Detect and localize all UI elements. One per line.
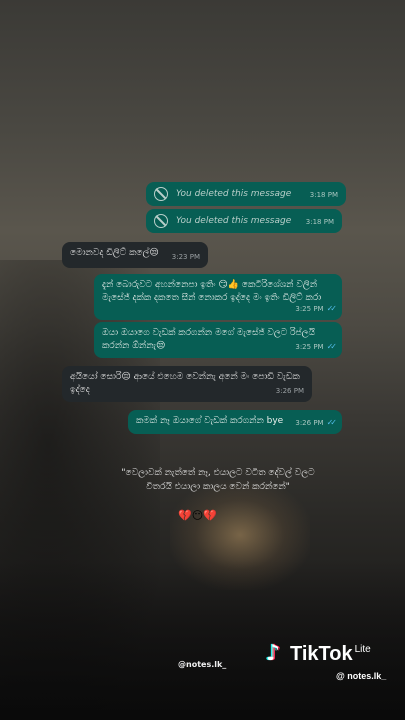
message-outgoing[interactable]: කමක් නෑ ඔයාගේ වැඩක් කරගන්න bye 3:26 PM ✓✓ xyxy=(128,410,342,434)
broken-heart-emojis: 💔😶💔 xyxy=(178,509,217,522)
message-incoming[interactable]: අයියෝ සොරි😔 ආයේ එහෙම වෙන්නැ අනේ මං පොඩි … xyxy=(62,366,312,402)
message-deleted[interactable]: You deleted this message 3:18 PM xyxy=(146,182,346,206)
message-time: 3:18 PM xyxy=(309,191,338,199)
message-meta: 3:25 PM ✓✓ xyxy=(295,302,338,316)
message-outgoing[interactable]: දැන් බොරුවට අහන්නෙපා ඉතිං 😏👍 කෙටිරිශේශන්… xyxy=(94,274,342,320)
read-ticks-icon: ✓✓ xyxy=(326,418,338,427)
message-text: You deleted this message xyxy=(176,188,292,199)
message-time: 3:23 PM xyxy=(171,253,200,261)
message-outgoing[interactable]: ඔයා ඔයාගෙ වැඩක් කරගන්න මගේ මැසේජ් වලට රි… xyxy=(94,322,342,358)
message-time: 3:26 PM xyxy=(275,387,304,395)
message-meta: 3:25 PM ✓✓ xyxy=(295,340,338,354)
message-incoming[interactable]: මොනවද ඩිලිට් කලේ😒 3:23 PM xyxy=(62,242,208,268)
message-text: අයියෝ සොරි😔 ආයේ එහෙම වෙන්නැ අනේ මං පොඩි … xyxy=(70,372,300,395)
no-entry-icon xyxy=(154,214,168,228)
creator-handle: @notes.lk_ xyxy=(178,660,227,669)
message-text: You deleted this message xyxy=(176,215,292,226)
tiktok-note-icon: ♪ xyxy=(266,641,281,666)
tiktok-brand: TikTok xyxy=(290,642,353,665)
message-time: 3:18 PM xyxy=(305,218,334,226)
read-ticks-icon: ✓✓ xyxy=(326,304,338,313)
read-ticks-icon: ✓✓ xyxy=(326,342,338,351)
message-time: 3:25 PM xyxy=(295,305,324,313)
dark-ground xyxy=(0,560,405,720)
tiktok-lite-label: Lite xyxy=(354,644,371,655)
message-deleted[interactable]: You deleted this message 3:18 PM xyxy=(146,209,342,233)
no-entry-icon xyxy=(154,187,168,201)
message-meta: 3:26 PM ✓✓ xyxy=(295,416,338,430)
tiktok-handle: @ notes.lk_ xyxy=(336,671,387,681)
tiktok-watermark: ♪ TikTok Lite xyxy=(264,642,371,666)
message-time: 3:26 PM xyxy=(295,419,324,427)
message-time: 3:25 PM xyxy=(295,343,324,351)
quote-text: "වෙලාවක් නැත්තේ නෑ, එයාලට වටිත දේවල් වලට… xyxy=(121,468,315,492)
